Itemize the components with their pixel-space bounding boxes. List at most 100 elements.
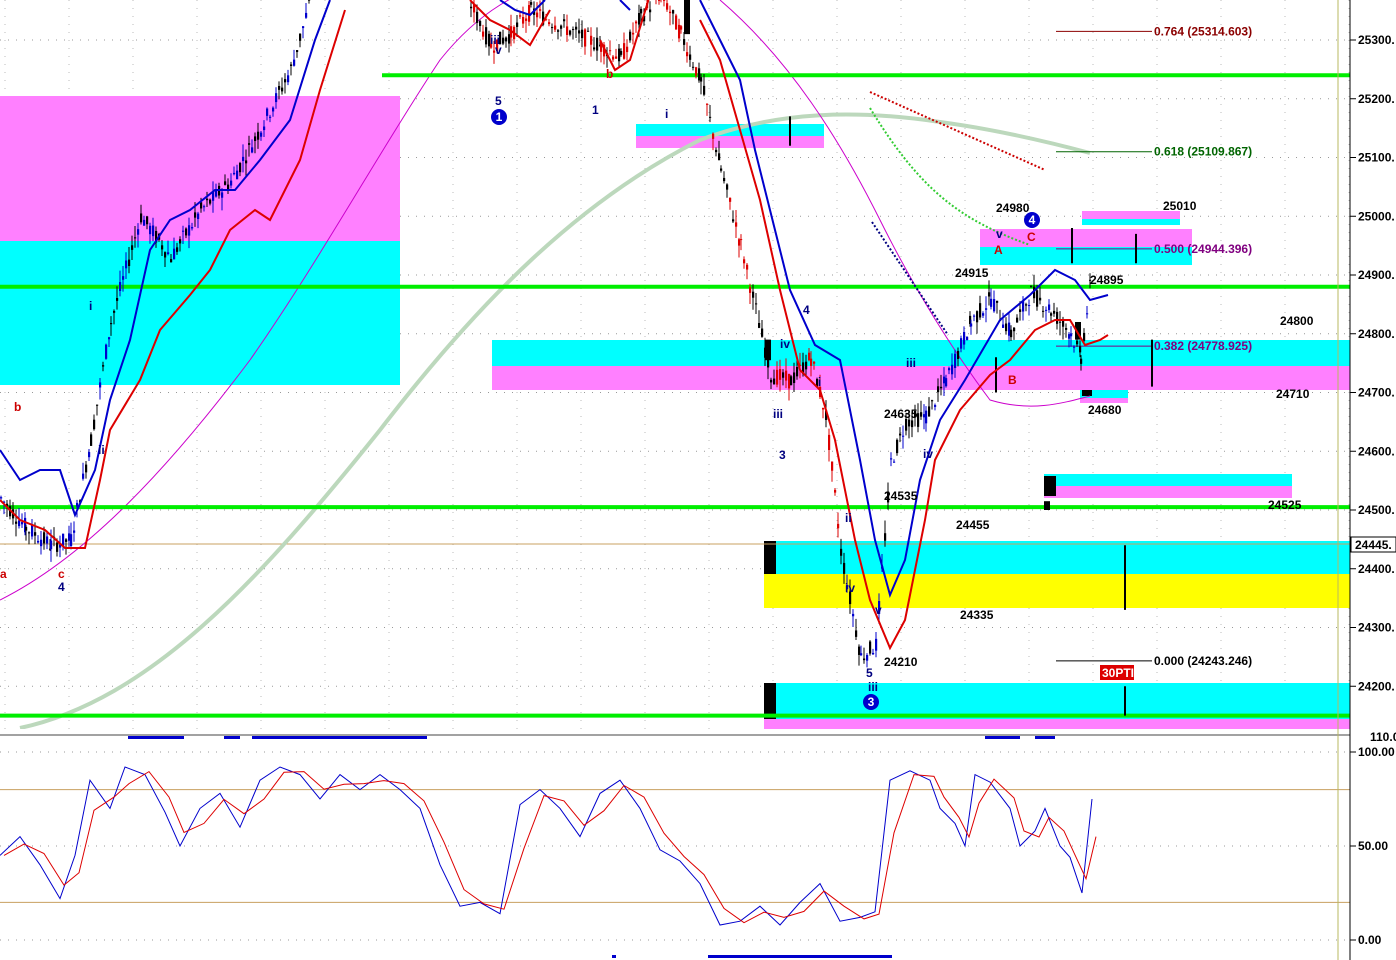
candle-body	[1070, 333, 1073, 337]
candle-body	[188, 225, 191, 236]
price-tick-label-11: 24200.	[1358, 679, 1395, 693]
candle-body	[50, 540, 53, 550]
candle-body	[257, 131, 260, 140]
candle-body	[1013, 327, 1016, 332]
price-label-24525: 24525	[1268, 498, 1302, 512]
candle-body	[810, 358, 813, 366]
osc-bottom-bar-1	[708, 955, 892, 958]
zone-cyan-25010	[1082, 219, 1180, 225]
candle-body	[206, 198, 209, 201]
candle-body	[683, 39, 686, 45]
candle-body	[863, 658, 866, 661]
osc-top-bar-1	[128, 736, 184, 739]
candle-body	[143, 219, 146, 226]
candle-body	[242, 156, 245, 162]
candle-body	[738, 239, 741, 246]
candle-body	[224, 181, 227, 185]
candle-body	[669, 11, 672, 14]
wave-label-8: iii	[773, 407, 783, 421]
candle-body	[776, 369, 779, 385]
candle-body	[899, 433, 902, 436]
candle-body	[632, 32, 635, 35]
candle-body	[569, 30, 572, 35]
candle-body	[779, 369, 782, 380]
candle-body	[788, 373, 791, 389]
candle-body	[695, 67, 698, 76]
candle-body	[31, 525, 34, 537]
candle-body	[164, 252, 167, 258]
candle-body	[940, 386, 943, 389]
candle-body	[284, 79, 287, 83]
candle-body	[122, 276, 125, 280]
candle-body	[70, 534, 73, 546]
candle-body	[587, 30, 590, 32]
candle-body	[680, 26, 683, 30]
candle-body	[796, 366, 799, 377]
zone-cyan-left	[0, 241, 400, 385]
wave-label-22: b	[14, 400, 21, 414]
price-tick-label-10: 24300.	[1358, 621, 1395, 635]
candle-body	[1016, 317, 1019, 323]
zone-cyan-24525	[1044, 474, 1292, 486]
candle-body	[46, 536, 49, 544]
price-label-24635: 24635	[884, 407, 918, 421]
candle-body	[516, 22, 519, 27]
candle-body	[209, 199, 212, 204]
candle-body	[758, 323, 761, 328]
osc-top-label: 110.0	[1370, 730, 1396, 744]
candle-body	[852, 613, 855, 617]
right-axis-bg	[1350, 0, 1396, 960]
candle-body	[1059, 321, 1062, 323]
candle-body	[263, 126, 266, 131]
candle-body	[508, 34, 511, 44]
candle-body	[732, 219, 735, 222]
candle-body	[128, 259, 131, 267]
candle-body	[505, 37, 508, 42]
wave-label-5: b	[606, 67, 613, 81]
highlight-bar-2	[1044, 501, 1050, 510]
candle-body	[911, 420, 914, 428]
candle-body	[1025, 304, 1028, 306]
wave-label-20: B	[1008, 373, 1017, 387]
candle-body	[822, 407, 825, 410]
candle-body	[200, 202, 203, 209]
osc-tick-label-2: 0.00	[1358, 933, 1382, 947]
candle-body	[482, 31, 485, 37]
candle-body	[1048, 304, 1051, 310]
osc-top-bar-3	[252, 736, 427, 739]
price-tick-label-6: 24700.	[1358, 386, 1395, 400]
candle-body	[649, 9, 652, 13]
candle-body	[1002, 324, 1005, 328]
candle-body	[808, 352, 811, 361]
candle-body	[658, 0, 661, 1]
wave-label-26: ii	[98, 443, 105, 457]
candle-body	[698, 68, 701, 81]
candle-body	[743, 259, 746, 264]
candle-body	[805, 361, 808, 370]
trendline-red-dotted	[869, 91, 1046, 171]
candle-body	[305, 12, 308, 18]
candle-body	[875, 638, 878, 651]
trendline-green-dotted	[869, 107, 1031, 246]
candle-body	[948, 368, 951, 371]
candle-body	[530, 2, 533, 5]
price-label-24335: 24335	[960, 608, 994, 622]
zone-black-edge-3	[1044, 476, 1056, 496]
candle-body	[85, 464, 88, 473]
candle-body	[1076, 340, 1079, 345]
candle-body	[485, 27, 488, 45]
candle-body	[782, 372, 785, 378]
candle-body	[735, 222, 738, 227]
candle-body	[37, 540, 40, 543]
candle-body	[920, 412, 923, 417]
zone-cyan-bottom	[764, 541, 1350, 574]
candle-body	[793, 372, 796, 384]
candle-body	[1045, 309, 1048, 311]
candle-body	[866, 654, 869, 661]
candle-body	[167, 252, 170, 255]
candle-body	[290, 64, 293, 66]
candle-body	[479, 20, 482, 26]
candle-body	[755, 303, 758, 305]
candle-body	[893, 461, 896, 463]
candle-body	[149, 225, 152, 235]
